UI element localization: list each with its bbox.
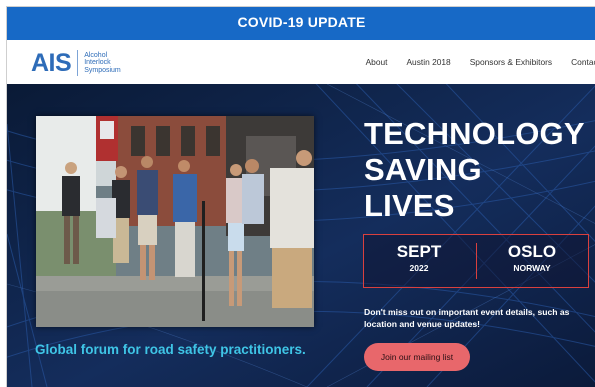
event-date: SEPT 2022 — [364, 242, 474, 274]
browser-viewport: COVID-19 UPDATE AIS Alcohol Interlock Sy… — [6, 6, 595, 387]
logo-line-2: Interlock — [84, 59, 111, 67]
hero-section: Global forum for road safety practitione… — [7, 84, 595, 387]
site-header: AIS Alcohol Interlock Symposium About Au… — [7, 40, 595, 85]
site-logo[interactable]: AIS Alcohol Interlock Symposium — [31, 48, 121, 78]
logo-mark: AIS — [31, 49, 72, 77]
covid-update-link[interactable]: COVID-19 UPDATE — [238, 14, 366, 30]
event-photo — [36, 116, 314, 327]
hero-description: Don't miss out on important event detail… — [364, 307, 570, 329]
covid-update-banner[interactable]: COVID-19 UPDATE — [7, 7, 595, 40]
logo-line-1: Alcohol — [84, 51, 108, 59]
logo-wordmark: Alcohol Interlock Symposium — [84, 52, 121, 74]
main-nav: About Austin 2018 Sponsors & Exhibitors … — [366, 40, 595, 84]
headline-line-1: TECHNOLOGY — [364, 116, 585, 151]
join-mailing-list-button[interactable]: Join our mailing list — [364, 343, 470, 371]
nav-item-about[interactable]: About — [366, 57, 388, 67]
headline-line-3: LIVES — [364, 188, 455, 223]
event-month: SEPT — [396, 242, 442, 261]
logo-divider — [77, 50, 79, 76]
nav-item-contact[interactable]: Contact — [571, 57, 595, 67]
event-city: OSLO — [507, 242, 557, 261]
logo-line-3: Symposium — [84, 66, 121, 74]
hero-tagline: Global forum for road safety practitione… — [35, 342, 306, 357]
event-location: OSLO NORWAY — [477, 242, 587, 274]
event-date-location-box: SEPT 2022 OSLO NORWAY — [363, 234, 589, 288]
event-year: 2022 — [409, 263, 429, 273]
event-country: NORWAY — [513, 263, 551, 273]
hero-headline: TECHNOLOGY SAVING LIVES — [364, 116, 585, 224]
nav-item-sponsors-exhibitors[interactable]: Sponsors & Exhibitors — [470, 57, 552, 67]
headline-line-2: SAVING — [364, 152, 482, 187]
nav-item-austin-2018[interactable]: Austin 2018 — [406, 57, 450, 67]
